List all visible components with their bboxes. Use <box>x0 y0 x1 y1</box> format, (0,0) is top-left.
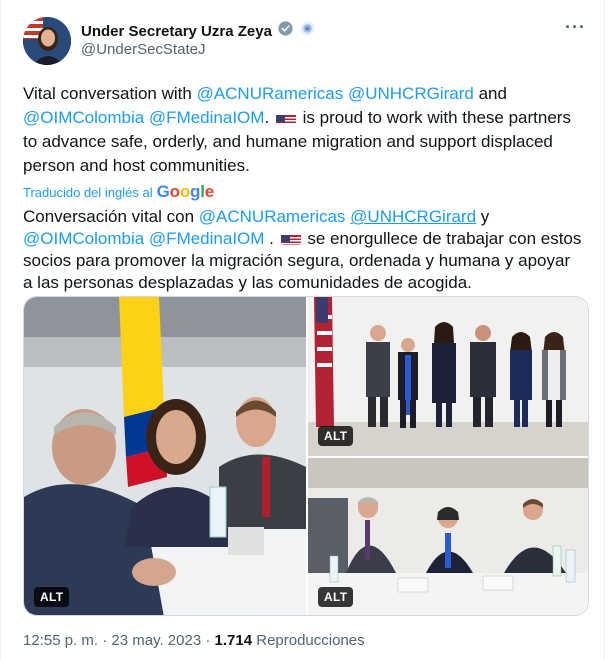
meeting-photo-table[interactable]: ALT <box>308 458 588 615</box>
mention-link[interactable]: @FMedinaIOM <box>149 108 265 127</box>
tweet-date[interactable]: 23 may. 2023 <box>111 632 201 649</box>
author-handle[interactable]: @UnderSecStateJ <box>81 41 205 58</box>
group-photo[interactable]: ALT <box>308 297 588 456</box>
mention-link[interactable]: @UNHCRGirard <box>350 207 476 226</box>
views-count: 1.714 <box>214 632 253 649</box>
translation-attribution[interactable]: Traducido del inglés al Google <box>23 182 214 202</box>
alt-badge[interactable]: ALT <box>318 587 354 607</box>
text-segment: and <box>473 84 507 103</box>
views-label: Reproducciones <box>252 632 365 649</box>
author-display-name[interactable]: Under Secretary Uzra Zeya <box>81 23 272 40</box>
media-grid: ALT ALT ALT <box>23 296 589 616</box>
text-segment: y <box>476 207 490 226</box>
translated-text: Conversación vital con @ACNURamericas @U… <box>23 206 583 294</box>
alt-badge[interactable]: ALT <box>318 426 354 446</box>
text-segment: Conversación vital con <box>23 207 199 226</box>
separator: · <box>98 632 112 649</box>
text-segment: . <box>264 229 279 248</box>
meeting-photo-main[interactable]: ALT <box>24 297 306 615</box>
tweet-time[interactable]: 12:55 p. m. <box>23 632 98 649</box>
verified-badge-icon <box>277 20 294 42</box>
text-segment: . <box>264 108 274 127</box>
tweet-text: Vital conversation with @ACNURamericas @… <box>23 82 583 178</box>
mention-link[interactable]: @OIMColombia <box>23 108 144 127</box>
more-options-icon[interactable]: ··· <box>565 18 586 36</box>
us-flag-emoji-icon <box>280 232 301 245</box>
author-name-row: Under Secretary Uzra Zeya <box>81 20 316 42</box>
mention-link[interactable]: @UNHCRGirard <box>348 84 474 103</box>
mention-link[interactable]: @FMedinaIOM <box>149 229 265 248</box>
us-flag-emoji-icon <box>275 111 296 124</box>
government-affiliation-icon[interactable] <box>299 20 316 42</box>
text-segment: Vital conversation with <box>23 84 197 103</box>
separator: · <box>201 632 215 649</box>
mention-link[interactable]: @ACNURamericas <box>197 84 344 103</box>
mention-link[interactable]: @ACNURamericas <box>199 207 346 226</box>
tweet-card: Under Secretary Uzra Zeya @UnderSecState… <box>0 0 605 660</box>
alt-badge[interactable]: ALT <box>34 587 70 607</box>
translated-label: Traducido del inglés al <box>23 184 153 200</box>
tweet-metadata: 12:55 p. m. · 23 may. 2023 · 1.714 Repro… <box>23 632 365 649</box>
avatar[interactable] <box>23 17 71 65</box>
google-logo-icon: Google <box>156 182 215 201</box>
mention-link[interactable]: @OIMColombia <box>23 229 144 248</box>
